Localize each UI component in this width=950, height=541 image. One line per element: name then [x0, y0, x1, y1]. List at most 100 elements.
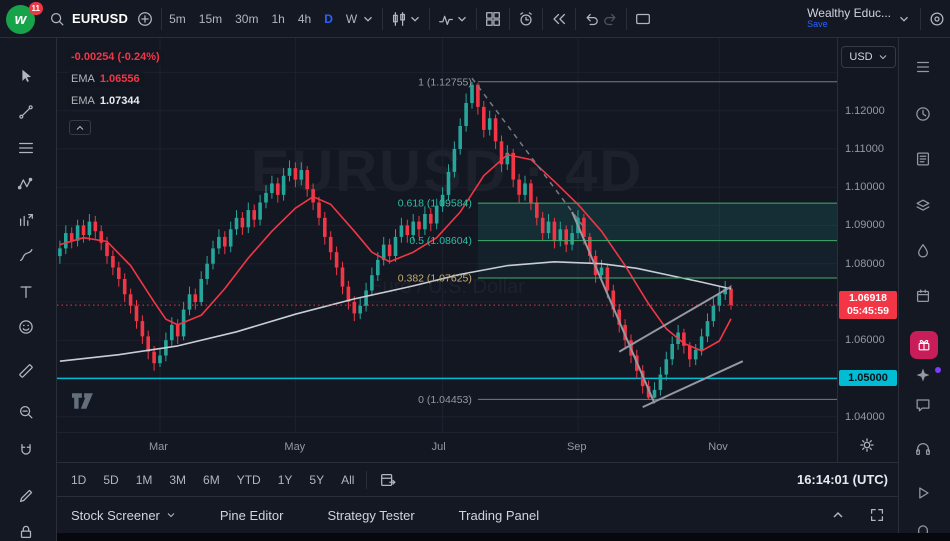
- undo-icon[interactable]: [583, 10, 601, 28]
- notification-dot: [935, 367, 941, 373]
- chevron-down-icon[interactable]: [361, 12, 375, 26]
- range-button-3M[interactable]: 3M: [169, 473, 186, 487]
- svg-text:0.5 (1.08604): 0.5 (1.08604): [409, 235, 471, 247]
- utc-clock[interactable]: 16:14:01 (UTC): [797, 472, 888, 487]
- price-label-1.04000: 1.04000: [845, 411, 885, 423]
- text-tool-icon[interactable]: [17, 283, 35, 301]
- replay-back-icon[interactable]: [550, 10, 568, 28]
- symbol-search[interactable]: EURUSD: [48, 10, 128, 28]
- tradingview-logo[interactable]: [65, 390, 101, 417]
- watchlist-icon[interactable]: [914, 58, 932, 76]
- panel-maximize-icon[interactable]: [868, 506, 886, 524]
- indicators-icon[interactable]: [437, 10, 455, 28]
- month-label-Jul: Jul: [432, 441, 446, 453]
- chevron-up-icon: [74, 123, 86, 133]
- candlestick-chart[interactable]: 1 (1.12755)0.618 (1.09584)0.5 (1.08604)0…: [57, 38, 837, 432]
- brush-icon[interactable]: [17, 246, 35, 264]
- range-button-YTD[interactable]: YTD: [237, 473, 261, 487]
- ai-sparkle-icon[interactable]: [914, 366, 932, 384]
- tab-label: Strategy Tester: [327, 508, 414, 523]
- chart-area[interactable]: EURUSD · 4D Euro / U.S. Dollar 1 (1.1275…: [57, 38, 837, 462]
- drawing-toolbar: [0, 38, 57, 541]
- horizontal-line-price-badge: 1.05000: [839, 370, 897, 386]
- camera-icon[interactable]: [928, 10, 946, 28]
- range-button-1Y[interactable]: 1Y: [278, 473, 293, 487]
- fib-retracement-icon[interactable]: [17, 139, 35, 157]
- range-button-1D[interactable]: 1D: [71, 473, 86, 487]
- clock-icon[interactable]: [914, 105, 932, 123]
- last-price-value: 1.06918: [849, 292, 887, 305]
- month-label-Sep: Sep: [567, 441, 587, 453]
- bottom-panel: Stock Screener Pine Editor Strategy Tester…: [57, 496, 898, 533]
- trend-line-icon[interactable]: [17, 103, 35, 121]
- range-button-6M[interactable]: 6M: [203, 473, 220, 487]
- redo-icon[interactable]: [601, 10, 619, 28]
- timeframe-button-5m[interactable]: 5m: [169, 12, 186, 26]
- ideas-droplet-icon[interactable]: [914, 242, 932, 260]
- legend-collapse-button[interactable]: [69, 120, 91, 135]
- play-icon[interactable]: [914, 484, 932, 502]
- save-button[interactable]: Save: [807, 20, 828, 29]
- window-edge: [57, 533, 950, 541]
- search-icon: [48, 10, 66, 28]
- bottom-panel-tabs: Stock Screener Pine Editor Strategy Tester…: [71, 508, 539, 523]
- divider: [575, 8, 576, 30]
- divider: [509, 8, 510, 30]
- prediction-icon[interactable]: [17, 211, 35, 229]
- timeframe-button-1h[interactable]: 1h: [271, 12, 284, 26]
- emoji-icon[interactable]: [17, 318, 35, 336]
- go-to-date-icon[interactable]: [379, 471, 397, 489]
- magnet-icon[interactable]: [17, 441, 35, 459]
- range-button-5D[interactable]: 5D: [103, 473, 118, 487]
- currency-label: USD: [849, 51, 872, 63]
- divider: [626, 8, 627, 30]
- alert-clock-icon[interactable]: [517, 10, 535, 28]
- chevron-down-icon[interactable]: [408, 12, 422, 26]
- panel-expand-up-icon[interactable]: [830, 507, 846, 523]
- support-headset-icon[interactable]: [914, 440, 932, 458]
- news-icon[interactable]: [914, 150, 932, 168]
- range-button-All[interactable]: All: [341, 473, 354, 487]
- gear-icon[interactable]: [858, 436, 876, 454]
- chat-icon[interactable]: [914, 396, 932, 414]
- account-menu[interactable]: Wealthy Educ... Save: [807, 7, 913, 29]
- ruler-icon[interactable]: [17, 362, 35, 380]
- pencil-edit-icon[interactable]: [17, 487, 35, 505]
- price-label-1.06000: 1.06000: [845, 334, 885, 346]
- price-axis[interactable]: USD 1.06918 05:45:59 1.05000 1.120001.11…: [837, 38, 898, 462]
- ema-fast-value: 1.06556: [100, 73, 140, 85]
- calendar-icon[interactable]: [914, 287, 932, 305]
- timeframe-button-30m[interactable]: 30m: [235, 12, 258, 26]
- cursor-icon[interactable]: [17, 67, 35, 85]
- range-button-5Y[interactable]: 5Y: [309, 473, 324, 487]
- layers-icon[interactable]: [914, 197, 932, 215]
- layout-grid-icon[interactable]: [484, 10, 502, 28]
- lock-icon[interactable]: [17, 523, 35, 541]
- currency-selector[interactable]: USD: [841, 46, 896, 68]
- chart-type-candles-icon[interactable]: [390, 10, 408, 28]
- divider: [429, 8, 430, 30]
- divider: [382, 8, 383, 30]
- xabcd-pattern-icon[interactable]: [17, 175, 35, 193]
- ema-label: EMA: [71, 95, 95, 107]
- snapshot-rect-icon[interactable]: [634, 10, 652, 28]
- timeframe-button-15m[interactable]: 15m: [199, 12, 222, 26]
- range-button-1M[interactable]: 1M: [136, 473, 153, 487]
- tab-trading-panel[interactable]: Trading Panel: [459, 508, 539, 523]
- divider: [920, 8, 921, 30]
- range-buttons: 1D 5D 1M 3M 6M YTD 1Y 5Y All: [71, 473, 354, 487]
- tab-strategy-tester[interactable]: Strategy Tester: [327, 508, 414, 523]
- price-label-1.11000: 1.11000: [845, 143, 884, 155]
- time-axis[interactable]: MarMayJulSepNov: [57, 432, 837, 462]
- chevron-down-icon[interactable]: [455, 12, 469, 26]
- broker-logo[interactable]: w 11: [6, 3, 40, 35]
- timeframe-button-4h[interactable]: 4h: [298, 12, 311, 26]
- plus-circle-icon[interactable]: [136, 10, 154, 28]
- tab-stock-screener[interactable]: Stock Screener: [71, 508, 176, 523]
- horizontal-line-value: 1.05000: [848, 372, 888, 384]
- timeframe-button-D[interactable]: D: [324, 12, 333, 26]
- timeframe-button-W[interactable]: W: [346, 12, 357, 26]
- zoom-icon[interactable]: [17, 403, 35, 421]
- promo-gift-icon[interactable]: [910, 331, 938, 359]
- tab-pine-editor[interactable]: Pine Editor: [220, 508, 284, 523]
